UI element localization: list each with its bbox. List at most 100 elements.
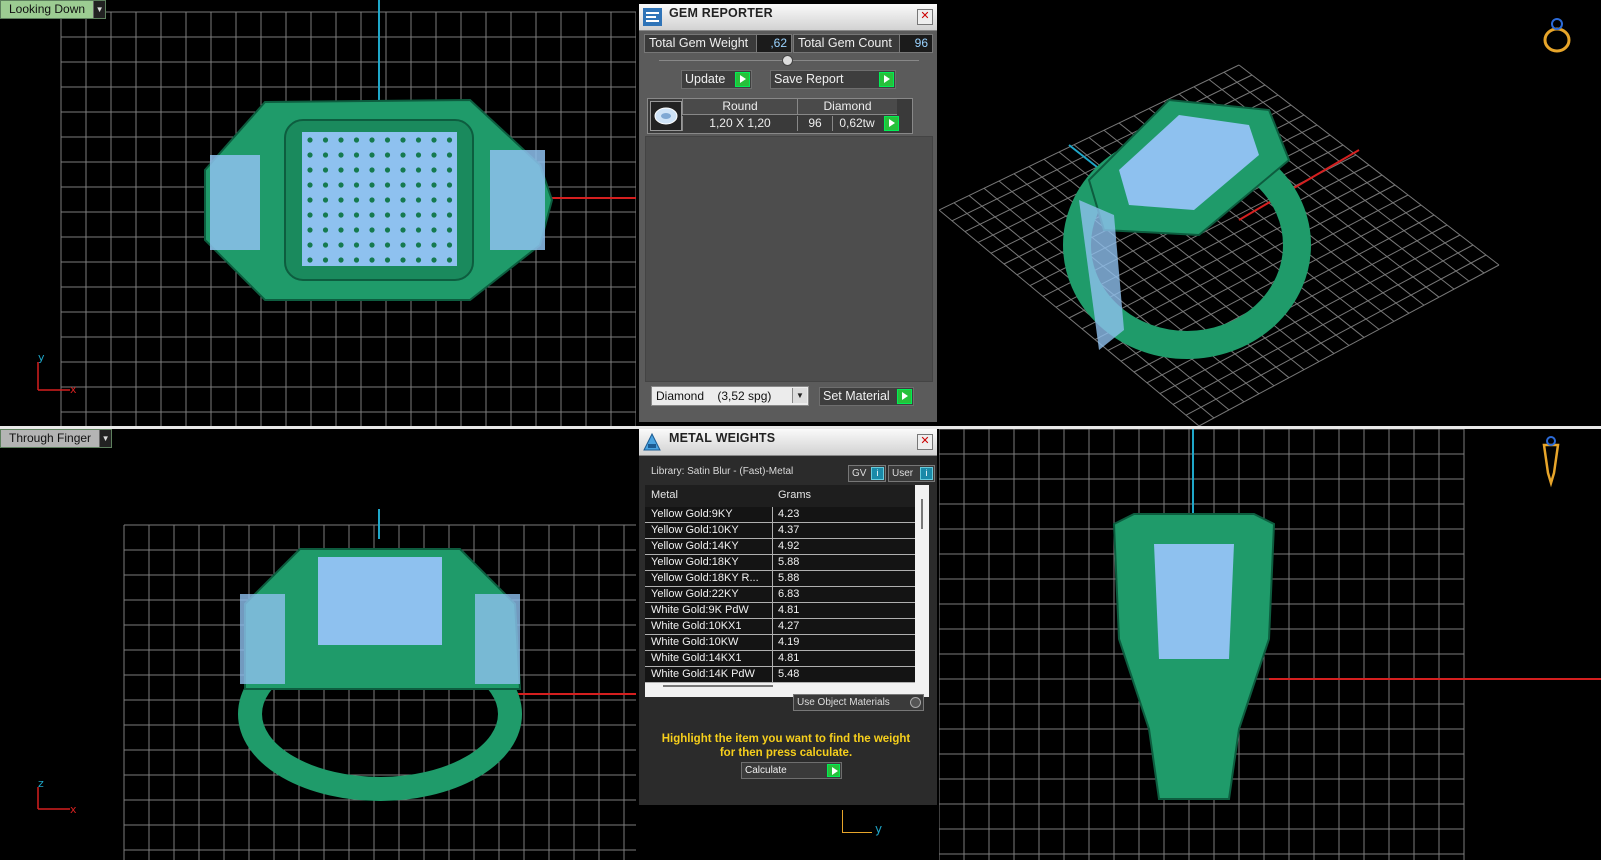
metal-grams: 4.19 <box>778 636 800 648</box>
table-row[interactable]: White Gold:10KX1 4.27 <box>645 619 915 635</box>
save-report-button-label: Save Report <box>774 72 844 86</box>
metal-weights-icon <box>643 432 661 451</box>
calculate-button[interactable]: Calculate <box>741 762 842 779</box>
viewport-bottom-left[interactable]: z x Through Finger ▼ <box>0 429 636 860</box>
table-row[interactable]: White Gold:10KW 4.19 <box>645 635 915 651</box>
library-label: Library: Satin Blur - (Fast)-Metal <box>651 466 794 477</box>
calculate-button-label: Calculate <box>745 765 787 776</box>
metal-column-header: Metal <box>651 489 678 501</box>
horizontal-scrollbar[interactable] <box>663 685 773 687</box>
use-object-materials-label: Use Object Materials <box>797 697 890 708</box>
metal-name: White Gold:9K PdW <box>651 604 749 616</box>
table-row[interactable]: Yellow Gold:9KY 4.23 <box>645 507 915 523</box>
gem-weight: 0,62tw <box>832 116 881 131</box>
metal-name: Yellow Gold:10KY <box>651 524 739 536</box>
gem-count: 96 <box>797 116 832 131</box>
use-object-materials-toggle[interactable]: Use Object Materials <box>793 694 924 711</box>
set-material-button[interactable]: Set Material <box>819 387 914 406</box>
info-icon: i <box>920 467 933 480</box>
set-material-button-label: Set Material <box>823 389 890 403</box>
play-icon <box>735 72 750 87</box>
update-button-label: Update <box>685 72 726 86</box>
metal-weights-table[interactable]: Metal Grams Yellow Gold:9KY 4.23 Yellow G… <box>645 485 929 697</box>
metal-weights-panel: METAL WEIGHTS ✕ Library: Satin Blur - (F… <box>639 429 937 805</box>
metal-grams: 5.88 <box>778 572 800 584</box>
view-dropdown-looking-down[interactable]: Looking Down ▼ <box>0 0 107 19</box>
viewport-top-right[interactable] <box>939 0 1601 426</box>
calculate-hint: Highlight the item you want to find the … <box>661 733 911 759</box>
svg-text:y: y <box>38 351 45 364</box>
grams-column-header: Grams <box>778 489 811 501</box>
metal-grams: 4.23 <box>778 508 800 520</box>
total-gem-count-value: 96 <box>899 34 933 53</box>
gem-shape-header: Round <box>682 99 797 115</box>
radio-icon <box>910 697 921 708</box>
chevron-down-icon: ▼ <box>99 430 112 447</box>
metal-grams: 4.37 <box>778 524 800 536</box>
view-dropdown-label: Looking Down <box>9 2 86 16</box>
total-gem-count-label: Total Gem Count <box>793 34 901 53</box>
metal-name: White Gold:10KX1 <box>651 620 742 632</box>
gem-size: 1,20 X 1,20 <box>682 116 797 131</box>
svg-text:z: z <box>38 777 44 790</box>
update-button[interactable]: Update <box>681 70 752 89</box>
play-icon <box>827 764 840 777</box>
metal-name: Yellow Gold:14KY <box>651 540 739 552</box>
table-header: Metal Grams <box>645 485 915 507</box>
grid-perspective <box>939 64 1500 426</box>
grid-top-left: y x <box>37 0 636 426</box>
metal-grams: 4.81 <box>778 604 800 616</box>
table-row[interactable]: White Gold:14KX1 4.81 <box>645 651 915 667</box>
chevron-down-icon: ▼ <box>792 388 807 403</box>
metal-grams: 5.88 <box>778 556 800 568</box>
user-toggle-label: User <box>892 468 914 479</box>
ring-side-view <box>1112 513 1276 800</box>
round-gem-icon <box>650 101 682 131</box>
metal-grams: 4.92 <box>778 540 800 552</box>
table-row[interactable]: Yellow Gold:10KY 4.37 <box>645 523 915 539</box>
close-icon[interactable]: ✕ <box>917 434 933 450</box>
total-gem-weight-label: Total Gem Weight <box>644 34 758 53</box>
table-row[interactable]: Yellow Gold:22KY 6.83 <box>645 587 915 603</box>
grid-bottom-right <box>939 429 1601 860</box>
table-row[interactable]: White Gold:14K PdW 5.48 <box>645 667 915 683</box>
metal-grams: 4.81 <box>778 652 800 664</box>
user-toggle[interactable]: User i <box>888 465 935 482</box>
table-row[interactable]: Yellow Gold:18KY R... 5.88 <box>645 571 915 587</box>
metal-grams: 6.83 <box>778 588 800 600</box>
axis-gizmo-bottom-left: z x <box>37 777 77 816</box>
gem-reporter-titlebar[interactable]: GEM REPORTER ✕ <box>639 4 937 31</box>
metal-weights-titlebar[interactable]: METAL WEIGHTS ✕ <box>639 429 937 456</box>
viewport-bottom-right[interactable] <box>939 429 1601 860</box>
save-report-button[interactable]: Save Report <box>770 70 896 89</box>
axis-gizmo-top-left: y x <box>37 351 77 396</box>
gem-list-area[interactable] <box>645 136 933 382</box>
table-row[interactable]: Yellow Gold:14KY 4.92 <box>645 539 915 555</box>
chevron-down-icon: ▼ <box>93 1 106 18</box>
view-dropdown-through-finger[interactable]: Through Finger ▼ <box>0 429 113 448</box>
viewport-top-left[interactable]: y x Looking Down ▼ <box>0 0 636 426</box>
table-row[interactable]: White Gold:9K PdW 4.81 <box>645 603 915 619</box>
view-dropdown-label: Through Finger <box>9 431 92 445</box>
svg-text:x: x <box>70 803 77 816</box>
play-icon[interactable] <box>884 116 899 131</box>
total-gem-weight-value: ,62 <box>756 34 792 53</box>
table-row[interactable]: Yellow Gold:18KY 5.88 <box>645 555 915 571</box>
ring-side-icon[interactable] <box>1536 433 1566 491</box>
close-icon[interactable]: ✕ <box>917 9 933 25</box>
metal-weights-title: METAL WEIGHTS <box>669 431 776 445</box>
ring-perspective-icon[interactable] <box>1539 12 1579 56</box>
collapse-icon[interactable] <box>782 55 793 66</box>
metal-name: White Gold:10KW <box>651 636 739 648</box>
metal-name: Yellow Gold:18KY R... <box>651 572 759 584</box>
gv-toggle[interactable]: GV i <box>848 465 886 482</box>
metal-name: Yellow Gold:18KY <box>651 556 739 568</box>
grid-bottom-left: z x <box>37 509 636 860</box>
gv-toggle-label: GV <box>852 468 867 479</box>
material-select[interactable]: Diamond (3,52 spg) ▼ <box>651 386 809 406</box>
vertical-scrollbar[interactable] <box>921 499 923 529</box>
info-icon: i <box>871 467 884 480</box>
metal-name: Yellow Gold:9KY <box>651 508 733 520</box>
metal-name: White Gold:14K PdW <box>651 668 755 680</box>
gem-table[interactable]: Round Diamond 1,20 X 1,20 96 0,62tw <box>647 98 913 134</box>
